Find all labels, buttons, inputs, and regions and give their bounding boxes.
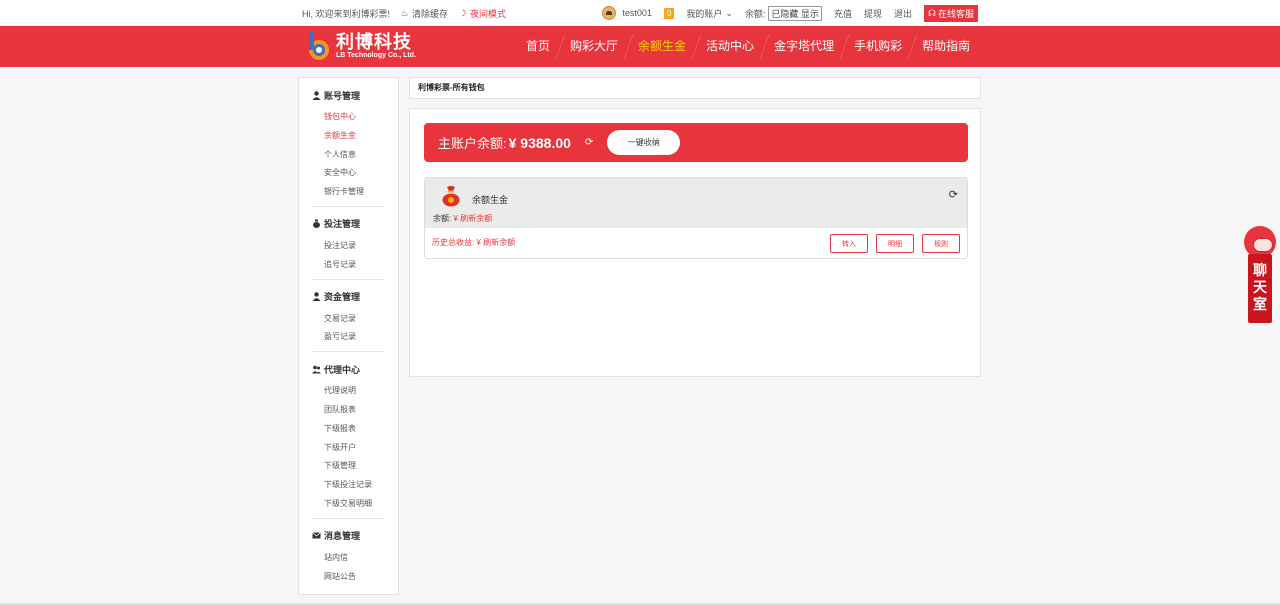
sidebar-item-announcements[interactable]: 网站公告 <box>324 568 384 587</box>
main-balance-amount: ¥ 9388.00 <box>508 134 571 151</box>
users-icon <box>312 365 321 374</box>
nav-balance-gold[interactable]: 余额生金 <box>628 26 696 67</box>
sidebar-group-account: 账号管理 钱包中心 余额生金 个人信息 安全中心 银行卡管理 <box>312 87 384 207</box>
history-refresh-link[interactable]: ¥ 刷新余额 <box>476 238 515 247</box>
broom-icon: ♨ <box>400 7 409 18</box>
sidebar-item-transactions[interactable]: 交易记录 <box>324 310 384 329</box>
nav-pyramid-agent[interactable]: 金字塔代理 <box>764 26 844 67</box>
user-icon <box>312 292 321 302</box>
sidebar-item-sub-report[interactable]: 下级报表 <box>324 420 384 439</box>
sidebar-item-profile[interactable]: 个人信息 <box>324 146 384 165</box>
chat-room-widget[interactable]: 聊天室 <box>1244 226 1276 323</box>
sidebar-group-bets: 投注管理 投注记录 追号记录 <box>312 216 384 280</box>
rules-button[interactable]: 规则 <box>922 234 960 253</box>
sidebar-group-title: 账号管理 <box>324 90 361 101</box>
sidebar-group-funds: 资金管理 交易记录 盈亏记录 <box>312 289 384 353</box>
sidebar-group-messages: 消息管理 站内信 网站公告 <box>312 528 384 591</box>
sidebar-item-bet-records[interactable]: 投注记录 <box>324 237 384 256</box>
main-header: 利博科技 LB Technology Co., Ltd. 首页 购彩大厅 余额生… <box>0 26 1280 67</box>
wallet-balance: 余额: ¥ 刷新余额 <box>433 213 492 224</box>
moon-icon: ☽ <box>458 7 467 18</box>
night-mode-label: 夜间模式 <box>470 8 507 19</box>
collect-all-button[interactable]: 一键收纳 <box>607 130 681 155</box>
avatar <box>602 6 617 20</box>
history-earnings-label: 历史总收益: <box>432 238 475 247</box>
recharge-link[interactable]: 充值 <box>834 7 852 20</box>
money-bag-icon <box>442 186 460 207</box>
history-earnings: 历史总收益: ¥ 刷新余额 <box>432 237 515 248</box>
nav-activity[interactable]: 活动中心 <box>696 26 764 67</box>
sidebar-item-bank-cards[interactable]: 银行卡管理 <box>324 183 384 202</box>
my-account-label: 我的账户 <box>686 8 723 19</box>
balance-display: 余额: 已隐藏 显示 <box>744 5 822 21</box>
nav-lottery-hall[interactable]: 购彩大厅 <box>560 26 628 67</box>
envelope-icon <box>312 531 321 540</box>
sidebar-item-sub-manage[interactable]: 下级管理 <box>324 457 384 476</box>
nav-help[interactable]: 帮助指南 <box>912 26 980 67</box>
chat-room-label: 聊天室 <box>1248 254 1272 323</box>
balance-label: 余额: <box>744 8 766 19</box>
sidebar-group-title: 资金管理 <box>324 292 361 303</box>
wallet-card: 余额生金 ⟳ 余额: ¥ 刷新余额 历史总收益: ¥ 刷新余额 转入 明细 规则 <box>424 177 968 259</box>
user-menu[interactable]: test001 <box>602 6 652 20</box>
chat-room-text: 聊天室 <box>1253 262 1267 312</box>
logout-link[interactable]: 退出 <box>894 7 912 20</box>
night-mode-toggle[interactable]: ☽ 夜间模式 <box>458 7 506 20</box>
balance-visibility-toggle[interactable]: 已隐藏 显示 <box>768 5 822 21</box>
online-service-label: 在线客服 <box>937 8 974 19</box>
withdraw-link[interactable]: 提现 <box>864 7 882 20</box>
sidebar-item-sub-bets[interactable]: 下级投注记录 <box>324 476 384 495</box>
sidebar-item-wallet-center[interactable]: 钱包中心 <box>324 108 384 127</box>
sidebar-item-balance-gold[interactable]: 余额生金 <box>324 127 384 146</box>
logo-title: 利博科技 <box>336 31 412 52</box>
sidebar-item-sub-transactions[interactable]: 下级交易明细 <box>324 495 384 514</box>
sidebar-group-title: 投注管理 <box>324 219 361 230</box>
sidebar-item-security[interactable]: 安全中心 <box>324 164 384 183</box>
wallet-refresh-balance-link[interactable]: ¥ 刷新余额 <box>453 214 492 223</box>
sidebar-item-sub-open[interactable]: 下级开户 <box>324 439 384 458</box>
main-balance-label: 主账户余额: <box>438 136 507 151</box>
top-bar: Hi, 欢迎来到利博彩票! ♨ 清除缓存 ☽ 夜间模式 test001 0 我的… <box>0 0 1280 26</box>
logo-subtitle: LB Technology Co., Ltd. <box>336 51 416 59</box>
details-button[interactable]: 明细 <box>876 234 914 253</box>
sidebar-group-agent: 代理中心 代理说明 团队报表 下级报表 下级开户 下级管理 下级投注记录 下级交… <box>312 361 384 519</box>
clear-cache-label: 清除缓存 <box>412 8 449 19</box>
clear-cache-link[interactable]: ♨ 清除缓存 <box>400 7 448 20</box>
greeting: Hi, 欢迎来到利博彩票! <box>302 8 391 19</box>
sidebar-item-inbox[interactable]: 站内信 <box>324 549 384 568</box>
sidebar-group-title: 代理中心 <box>324 364 361 375</box>
sidebar: 账号管理 钱包中心 余额生金 个人信息 安全中心 银行卡管理 投注管理 投注记录… <box>298 77 399 595</box>
sidebar-item-team-report[interactable]: 团队报表 <box>324 401 384 420</box>
refresh-icon[interactable]: ⟳ <box>585 137 593 148</box>
my-account-menu[interactable]: 我的账户 ⌄ <box>686 7 733 20</box>
sidebar-item-chase-records[interactable]: 追号记录 <box>324 256 384 275</box>
logo[interactable]: 利博科技 LB Technology Co., Ltd. <box>306 30 416 62</box>
main-balance-bar: 主账户余额: ¥ 9388.00 ⟳ 一键收纳 <box>424 123 968 162</box>
logo-icon <box>309 32 329 60</box>
breadcrumb: 利博彩票-所有钱包 <box>409 77 981 99</box>
user-icon <box>312 90 321 100</box>
headset-icon: ☊ <box>927 7 936 18</box>
sidebar-item-profit-loss[interactable]: 盈亏记录 <box>324 328 384 347</box>
online-service-button[interactable]: ☊ 在线客服 <box>923 4 978 22</box>
sidebar-item-agent-info[interactable]: 代理说明 <box>324 382 384 401</box>
sidebar-group-title: 消息管理 <box>324 531 361 542</box>
nav-mobile[interactable]: 手机购彩 <box>844 26 912 67</box>
username: test001 <box>622 8 652 18</box>
money-bag-icon <box>312 219 321 229</box>
wallet-name: 余额生金 <box>472 195 509 205</box>
nav-home[interactable]: 首页 <box>516 26 560 67</box>
wallet-panel: 主账户余额: ¥ 9388.00 ⟳ 一键收纳 余额生金 ⟳ 余额: ¥ 刷新余… <box>409 108 981 377</box>
wallet-balance-label: 余额: <box>433 214 452 223</box>
chevron-down-icon: ⌄ <box>725 7 733 18</box>
message-count-badge[interactable]: 0 <box>663 7 675 19</box>
wallet-refresh-icon[interactable]: ⟳ <box>949 188 958 201</box>
chat-face-icon <box>1253 238 1273 252</box>
transfer-in-button[interactable]: 转入 <box>830 234 868 253</box>
main-nav: 首页 购彩大厅 余额生金 活动中心 金字塔代理 手机购彩 帮助指南 <box>516 26 980 67</box>
